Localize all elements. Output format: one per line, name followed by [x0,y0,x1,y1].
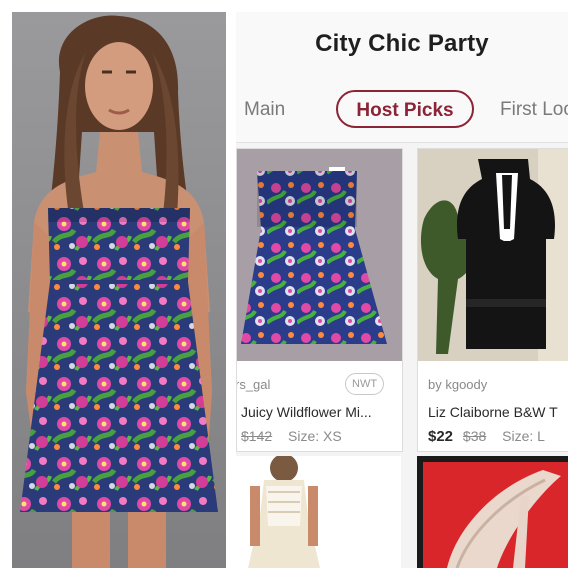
model-dress-photo [12,12,226,568]
tab-main[interactable]: Main [244,92,285,128]
listing-image[interactable] [417,456,568,568]
listing-card[interactable]: by kgoody Liz Claiborne B&W T $22 $38 Si… [417,148,568,452]
listing-meta: by kgoody Liz Claiborne B&W T $22 $38 Si… [418,361,568,451]
listing-card[interactable]: rs_gal NWT Juicy Wildflower Mi... $142 S… [236,148,403,452]
party-title: City Chic Party [315,30,489,57]
listing-image[interactable] [418,149,568,361]
size-label: Size: XS [288,428,342,444]
app-header: City Chic Party [236,12,568,76]
price: $22 [428,428,454,445]
collage-frame: City Chic Party Main Host Picks First Lo… [0,0,580,580]
listing-title[interactable]: Juicy Wildflower Mi... [241,404,372,420]
original-price: $38 [462,428,487,444]
listing-card[interactable] [236,456,401,568]
app-screen: City Chic Party Main Host Picks First Lo… [236,12,568,568]
size-label: Size: L [502,428,545,444]
price-row: $22 $38 Size: L [428,428,545,445]
original-price: $142 [241,428,273,444]
tab-host-picks[interactable]: Host Picks [336,90,474,128]
seller-name[interactable]: by kgoody [428,377,487,392]
nwt-badge: NWT [345,373,385,395]
tab-first-look[interactable]: First Loo [500,92,568,128]
listing-image[interactable] [237,149,402,361]
listing-title[interactable]: Liz Claiborne B&W T [428,404,558,420]
listing-image[interactable] [236,456,401,568]
seller-name[interactable]: rs_gal [237,377,270,392]
tab-bar: Main Host Picks First Loo [236,76,568,143]
price-row: $142 Size: XS [241,428,342,444]
listing-meta: rs_gal NWT Juicy Wildflower Mi... $142 S… [237,361,402,451]
listing-card[interactable] [417,456,568,568]
